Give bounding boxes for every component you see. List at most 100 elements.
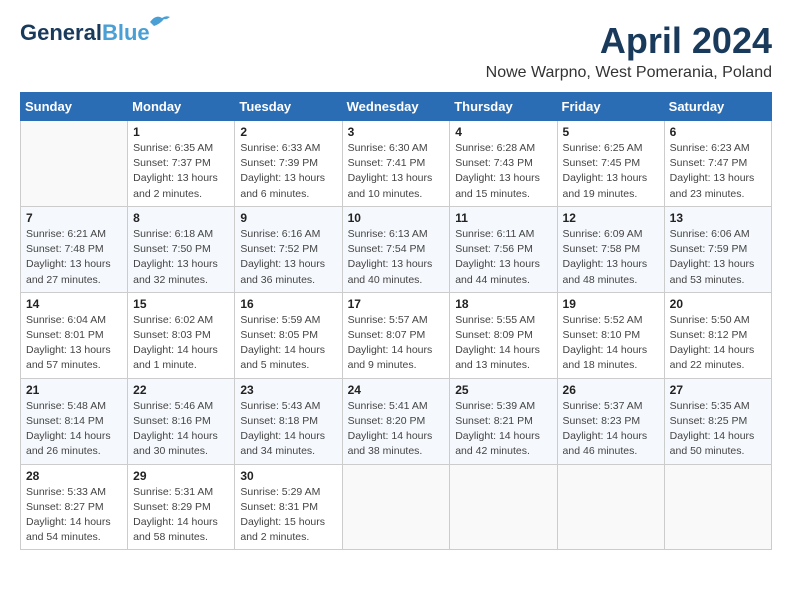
day-info: Sunrise: 5:35 AMSunset: 8:25 PMDaylight:… [670, 399, 766, 460]
calendar-cell: 19 Sunrise: 5:52 AMSunset: 8:10 PMDayligh… [557, 292, 664, 378]
day-number: 4 [455, 125, 551, 139]
page-header: GeneralBlue April 2024 Nowe Warpno, West… [20, 20, 772, 82]
calendar-cell: 4 Sunrise: 6:28 AMSunset: 7:43 PMDaylight… [450, 121, 557, 207]
calendar-cell [342, 464, 450, 550]
calendar-cell: 16 Sunrise: 5:59 AMSunset: 8:05 PMDayligh… [235, 292, 342, 378]
calendar-cell [664, 464, 771, 550]
day-number: 17 [348, 297, 445, 311]
title-block: April 2024 Nowe Warpno, West Pomerania, … [486, 20, 772, 82]
calendar-cell: 10Sunrise: 6:13 AMSunset: 7:54 PMDayligh… [342, 206, 450, 292]
calendar-week-3: 14Sunrise: 6:04 AMSunset: 8:01 PMDayligh… [21, 292, 772, 378]
day-number: 10 [348, 211, 445, 225]
calendar-cell: 17 Sunrise: 5:57 AMSunset: 8:07 PMDayligh… [342, 292, 450, 378]
day-info: Sunrise: 5:52 AMSunset: 8:10 PMDaylight:… [563, 313, 659, 374]
weekday-tuesday: Tuesday [235, 93, 342, 121]
calendar-cell: 29 Sunrise: 5:31 AMSunset: 8:29 PMDayligh… [128, 464, 235, 550]
day-info: Sunrise: 6:06 AMSunset: 7:59 PMDaylight:… [670, 227, 766, 288]
day-number: 28 [26, 469, 122, 483]
day-number: 27 [670, 383, 766, 397]
day-info: Sunrise: 6:25 AMSunset: 7:45 PMDaylight:… [563, 141, 659, 202]
calendar-cell: 23 Sunrise: 5:43 AMSunset: 8:18 PMDayligh… [235, 378, 342, 464]
day-info: Sunrise: 5:46 AMSunset: 8:16 PMDaylight:… [133, 399, 229, 460]
day-info: Sunrise: 5:33 AMSunset: 8:27 PMDaylight:… [26, 485, 122, 546]
calendar-week-2: 7Sunrise: 6:21 AMSunset: 7:48 PMDaylight… [21, 206, 772, 292]
day-info: Sunrise: 6:09 AMSunset: 7:58 PMDaylight:… [563, 227, 659, 288]
day-info: Sunrise: 5:31 AMSunset: 8:29 PMDaylight:… [133, 485, 229, 546]
calendar-cell: 3Sunrise: 6:30 AMSunset: 7:41 PMDaylight… [342, 121, 450, 207]
day-number: 2 [240, 125, 336, 139]
day-info: Sunrise: 6:04 AMSunset: 8:01 PMDaylight:… [26, 313, 122, 374]
day-info: Sunrise: 6:35 AMSunset: 7:37 PMDaylight:… [133, 141, 229, 202]
weekday-saturday: Saturday [664, 93, 771, 121]
calendar-cell: 30 Sunrise: 5:29 AMSunset: 8:31 PMDayligh… [235, 464, 342, 550]
calendar-cell: 26 Sunrise: 5:37 AMSunset: 8:23 PMDayligh… [557, 378, 664, 464]
calendar-cell: 18 Sunrise: 5:55 AMSunset: 8:09 PMDayligh… [450, 292, 557, 378]
calendar-cell: 25Sunrise: 5:39 AMSunset: 8:21 PMDayligh… [450, 378, 557, 464]
day-number: 16 [240, 297, 336, 311]
day-info: Sunrise: 5:39 AMSunset: 8:21 PMDaylight:… [455, 399, 551, 460]
calendar-cell: 21 Sunrise: 5:48 AMSunset: 8:14 PMDayligh… [21, 378, 128, 464]
weekday-thursday: Thursday [450, 93, 557, 121]
calendar-cell: 27 Sunrise: 5:35 AMSunset: 8:25 PMDayligh… [664, 378, 771, 464]
calendar-cell: 5 Sunrise: 6:25 AMSunset: 7:45 PMDaylight… [557, 121, 664, 207]
calendar-cell: 14Sunrise: 6:04 AMSunset: 8:01 PMDayligh… [21, 292, 128, 378]
location-title: Nowe Warpno, West Pomerania, Poland [486, 64, 772, 82]
logo: GeneralBlue [20, 20, 150, 46]
calendar-cell: 20Sunrise: 5:50 AMSunset: 8:12 PMDayligh… [664, 292, 771, 378]
day-number: 22 [133, 383, 229, 397]
day-info: Sunrise: 6:33 AMSunset: 7:39 PMDaylight:… [240, 141, 336, 202]
calendar-cell: 15 Sunrise: 6:02 AMSunset: 8:03 PMDayligh… [128, 292, 235, 378]
day-info: Sunrise: 5:55 AMSunset: 8:09 PMDaylight:… [455, 313, 551, 374]
weekday-friday: Friday [557, 93, 664, 121]
day-number: 21 [26, 383, 122, 397]
day-number: 6 [670, 125, 766, 139]
calendar-cell: 28 Sunrise: 5:33 AMSunset: 8:27 PMDayligh… [21, 464, 128, 550]
day-number: 20 [670, 297, 766, 311]
logo-blue: Blue [102, 20, 150, 45]
calendar-cell: 6 Sunrise: 6:23 AMSunset: 7:47 PMDaylight… [664, 121, 771, 207]
day-number: 30 [240, 469, 336, 483]
day-info: Sunrise: 6:16 AMSunset: 7:52 PMDaylight:… [240, 227, 336, 288]
calendar-cell: 22 Sunrise: 5:46 AMSunset: 8:16 PMDayligh… [128, 378, 235, 464]
calendar-body: 1 Sunrise: 6:35 AMSunset: 7:37 PMDaylight… [21, 121, 772, 550]
day-info: Sunrise: 5:59 AMSunset: 8:05 PMDaylight:… [240, 313, 336, 374]
day-number: 26 [563, 383, 659, 397]
day-number: 24 [348, 383, 445, 397]
day-info: Sunrise: 5:37 AMSunset: 8:23 PMDaylight:… [563, 399, 659, 460]
day-info: Sunrise: 6:21 AMSunset: 7:48 PMDaylight:… [26, 227, 122, 288]
calendar-cell: 12 Sunrise: 6:09 AMSunset: 7:58 PMDayligh… [557, 206, 664, 292]
day-number: 5 [563, 125, 659, 139]
day-number: 23 [240, 383, 336, 397]
logo-general: General [20, 20, 102, 45]
day-info: Sunrise: 6:02 AMSunset: 8:03 PMDaylight:… [133, 313, 229, 374]
day-number: 11 [455, 211, 551, 225]
day-info: Sunrise: 5:48 AMSunset: 8:14 PMDaylight:… [26, 399, 122, 460]
day-info: Sunrise: 5:57 AMSunset: 8:07 PMDaylight:… [348, 313, 445, 374]
calendar-cell: 7Sunrise: 6:21 AMSunset: 7:48 PMDaylight… [21, 206, 128, 292]
day-info: Sunrise: 6:23 AMSunset: 7:47 PMDaylight:… [670, 141, 766, 202]
day-number: 1 [133, 125, 229, 139]
day-number: 15 [133, 297, 229, 311]
day-number: 12 [563, 211, 659, 225]
day-number: 8 [133, 211, 229, 225]
day-number: 19 [563, 297, 659, 311]
calendar-week-5: 28 Sunrise: 5:33 AMSunset: 8:27 PMDayligh… [21, 464, 772, 550]
calendar-table: SundayMondayTuesdayWednesdayThursdayFrid… [20, 92, 772, 550]
day-number: 29 [133, 469, 229, 483]
calendar-cell: 9 Sunrise: 6:16 AMSunset: 7:52 PMDaylight… [235, 206, 342, 292]
day-info: Sunrise: 5:41 AMSunset: 8:20 PMDaylight:… [348, 399, 445, 460]
day-info: Sunrise: 6:28 AMSunset: 7:43 PMDaylight:… [455, 141, 551, 202]
day-info: Sunrise: 6:18 AMSunset: 7:50 PMDaylight:… [133, 227, 229, 288]
calendar-cell: 8 Sunrise: 6:18 AMSunset: 7:50 PMDaylight… [128, 206, 235, 292]
calendar-cell [557, 464, 664, 550]
month-title: April 2024 [486, 20, 772, 62]
logo-bird-icon [148, 12, 170, 30]
day-info: Sunrise: 6:30 AMSunset: 7:41 PMDaylight:… [348, 141, 445, 202]
calendar-cell: 1 Sunrise: 6:35 AMSunset: 7:37 PMDaylight… [128, 121, 235, 207]
day-info: Sunrise: 5:43 AMSunset: 8:18 PMDaylight:… [240, 399, 336, 460]
day-number: 18 [455, 297, 551, 311]
weekday-sunday: Sunday [21, 93, 128, 121]
day-number: 9 [240, 211, 336, 225]
calendar-cell [21, 121, 128, 207]
day-info: Sunrise: 5:29 AMSunset: 8:31 PMDaylight:… [240, 485, 336, 546]
